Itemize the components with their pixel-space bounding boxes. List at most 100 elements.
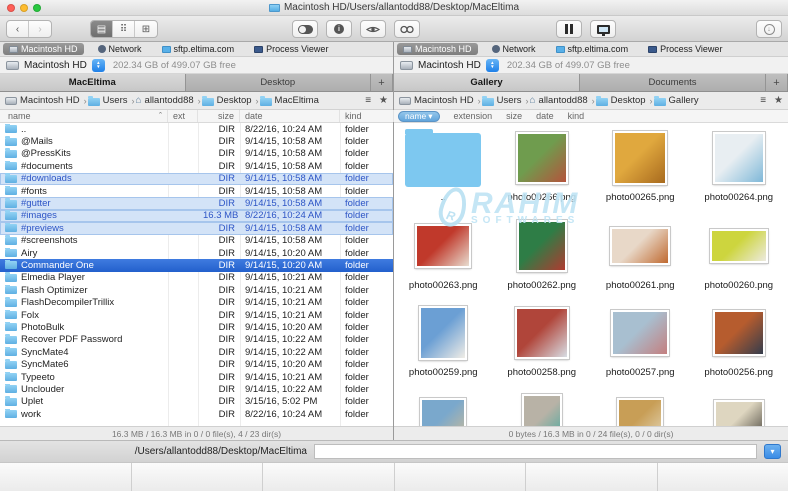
table-row[interactable]: SyncMate6 DIR 9/14/15, 10:20 AM folder	[0, 358, 393, 370]
breadcrumb-item[interactable]: MacEltima ›	[260, 95, 319, 106]
list-menu-icon[interactable]: ≡	[365, 95, 371, 106]
table-row[interactable]: Airy DIR 9/14/15, 10:20 AM folder	[0, 247, 393, 259]
breadcrumb-item[interactable]: Macintosh HD ›	[399, 95, 482, 106]
pane-tab[interactable]: Desktop	[186, 74, 372, 91]
table-row[interactable]: #documents DIR 9/14/15, 10:58 AM folder	[0, 160, 393, 172]
table-row[interactable]: Elmedia Player DIR 9/14/15, 10:21 AM fol…	[0, 272, 393, 284]
favorite-item[interactable]: Macintosh HD	[397, 43, 478, 55]
table-row[interactable]: FlashDecompilerTrillix DIR 9/14/15, 10:2…	[0, 296, 393, 308]
gallery-item[interactable]: photo00258.png	[493, 302, 592, 390]
breadcrumb-item[interactable]: Macintosh HD ›	[5, 95, 88, 106]
column-kind[interactable]: kind	[340, 110, 394, 122]
new-tab-button[interactable]: +	[766, 74, 788, 91]
favorite-item[interactable]: Network	[92, 43, 148, 55]
traffic-light[interactable]	[33, 4, 41, 12]
favorite-item[interactable]: sftp.eltima.com	[156, 43, 241, 55]
table-row[interactable]: .. DIR 8/22/16, 10:24 AM folder	[0, 123, 393, 135]
table-row[interactable]: Recover PDF Password DIR 9/14/15, 10:22 …	[0, 334, 393, 346]
table-row[interactable]: Flash Optimizer DIR 9/14/15, 10:21 AM fo…	[0, 284, 393, 296]
list-menu-icon[interactable]: ≡	[760, 95, 766, 106]
gallery-item[interactable]: photo00256.png	[690, 302, 788, 390]
table-row[interactable]: work DIR 8/22/16, 10:24 AM folder	[0, 408, 393, 420]
function-key-button[interactable]	[658, 463, 788, 491]
volume-name[interactable]: Macintosh HD	[418, 60, 481, 71]
column-size[interactable]: size	[506, 111, 522, 121]
table-row[interactable]: @PressKits DIR 9/14/15, 10:58 AM folder	[0, 148, 393, 160]
column-size[interactable]: size	[198, 110, 240, 122]
pane-tab[interactable]: MacEltima	[0, 74, 186, 91]
table-row[interactable]: SyncMate4 DIR 9/14/15, 10:22 AM folder	[0, 346, 393, 358]
table-row[interactable]: Folx DIR 9/14/15, 10:21 AM folder	[0, 309, 393, 321]
volume-name[interactable]: Macintosh HD	[24, 60, 87, 71]
gallery-item[interactable]	[690, 390, 788, 427]
table-row[interactable]: #images 16.3 MB 8/22/16, 10:24 AM folder	[0, 210, 393, 222]
list-view-icon[interactable]: ▤	[91, 21, 113, 37]
favorite-item[interactable]: sftp.eltima.com	[550, 43, 635, 55]
function-key-button[interactable]	[132, 463, 264, 491]
column-date[interactable]: date	[240, 110, 340, 122]
pane-tab[interactable]: Gallery	[394, 74, 580, 91]
table-row[interactable]: PhotoBulk DIR 9/14/15, 10:20 AM folder	[0, 321, 393, 333]
info-button[interactable]: i	[326, 20, 352, 38]
favorite-item[interactable]: Macintosh HD	[3, 43, 84, 55]
favorite-star-icon[interactable]: ★	[774, 95, 783, 106]
table-row[interactable]: #downloads DIR 9/14/15, 10:58 AM folder	[0, 173, 393, 185]
gallery-item[interactable]: photo00257.png	[591, 302, 690, 390]
column-ext[interactable]: ext	[168, 110, 198, 122]
gallery-item[interactable]	[591, 390, 690, 427]
remote-screen-button[interactable]	[590, 20, 616, 38]
small-icons-view-icon[interactable]: ⠿	[113, 21, 135, 37]
preview-button[interactable]	[360, 20, 386, 38]
volume-stepper[interactable]: ▲▼	[92, 59, 105, 72]
gallery-item[interactable]: photo00264.png	[690, 127, 788, 215]
gallery-item[interactable]: ..	[394, 127, 493, 215]
gallery-item[interactable]: photo00265.png	[591, 127, 690, 215]
table-row[interactable]: Commander One DIR 9/14/15, 10:20 AM fold…	[0, 259, 393, 271]
table-row[interactable]: #previews DIR 9/14/15, 10:58 AM folder	[0, 222, 393, 234]
traffic-light[interactable]	[7, 4, 15, 12]
breadcrumb-item[interactable]: Desktop ›	[596, 95, 654, 106]
gallery-item[interactable]: photo00260.png	[690, 215, 788, 303]
table-row[interactable]: #gutter DIR 9/14/15, 10:58 AM folder	[0, 197, 393, 209]
gallery-item[interactable]: photo00262.png	[493, 215, 592, 303]
dual-pane-toggle-button[interactable]	[292, 20, 318, 38]
gallery-item[interactable]: photo00266.png	[493, 127, 592, 215]
gallery-item[interactable]	[493, 390, 592, 427]
pane-tab[interactable]: Documents	[580, 74, 766, 91]
traffic-light[interactable]	[20, 4, 28, 12]
table-row[interactable]: #screenshots DIR 9/14/15, 10:58 AM folde…	[0, 235, 393, 247]
icons-view-icon[interactable]: ⊞	[135, 21, 157, 37]
favorite-item[interactable]: Network	[486, 43, 542, 55]
favorite-item[interactable]: Process Viewer	[642, 43, 728, 55]
gallery-item[interactable]: photo00263.png	[394, 215, 493, 303]
breadcrumb-item[interactable]: ⌂ allantodd88 ›	[529, 95, 595, 106]
search-button[interactable]	[394, 20, 420, 38]
column-extension[interactable]: extension	[454, 111, 493, 121]
breadcrumb-item[interactable]: Users ›	[88, 95, 136, 106]
sort-by-name-pill[interactable]: name▾	[398, 111, 440, 122]
forward-button[interactable]: ›	[29, 21, 51, 37]
function-key-button[interactable]	[395, 463, 527, 491]
table-row[interactable]: @Mails DIR 9/14/15, 10:58 AM folder	[0, 135, 393, 147]
favorite-star-icon[interactable]: ★	[379, 95, 388, 106]
column-kind[interactable]: kind	[568, 111, 585, 121]
queue-pause-button[interactable]	[556, 20, 582, 38]
breadcrumb-item[interactable]: Users ›	[482, 95, 530, 106]
function-key-button[interactable]	[0, 463, 132, 491]
breadcrumb-item[interactable]: ⌂ allantodd88 ›	[135, 95, 201, 106]
back-button[interactable]: ‹	[7, 21, 29, 37]
table-row[interactable]: Uplet DIR 3/15/16, 5:02 PM folder	[0, 396, 393, 408]
table-row[interactable]: #fonts DIR 9/14/15, 10:58 AM folder	[0, 185, 393, 197]
gallery-item[interactable]	[394, 390, 493, 427]
gallery-item[interactable]: photo00259.png	[394, 302, 493, 390]
breadcrumb-item[interactable]: Desktop ›	[202, 95, 260, 106]
breadcrumb-item[interactable]: Gallery ›	[654, 95, 699, 106]
gallery-item[interactable]: photo00261.png	[591, 215, 690, 303]
table-row[interactable]: Unclouder DIR 9/14/15, 10:22 AM folder	[0, 383, 393, 395]
column-name[interactable]: nameˆ	[0, 110, 168, 122]
volume-stepper[interactable]: ▲▼	[486, 59, 499, 72]
favorite-item[interactable]: Process Viewer	[248, 43, 334, 55]
function-key-button[interactable]	[526, 463, 658, 491]
function-key-button[interactable]	[263, 463, 395, 491]
table-row[interactable]: Typeeto DIR 9/14/15, 10:21 AM folder	[0, 371, 393, 383]
